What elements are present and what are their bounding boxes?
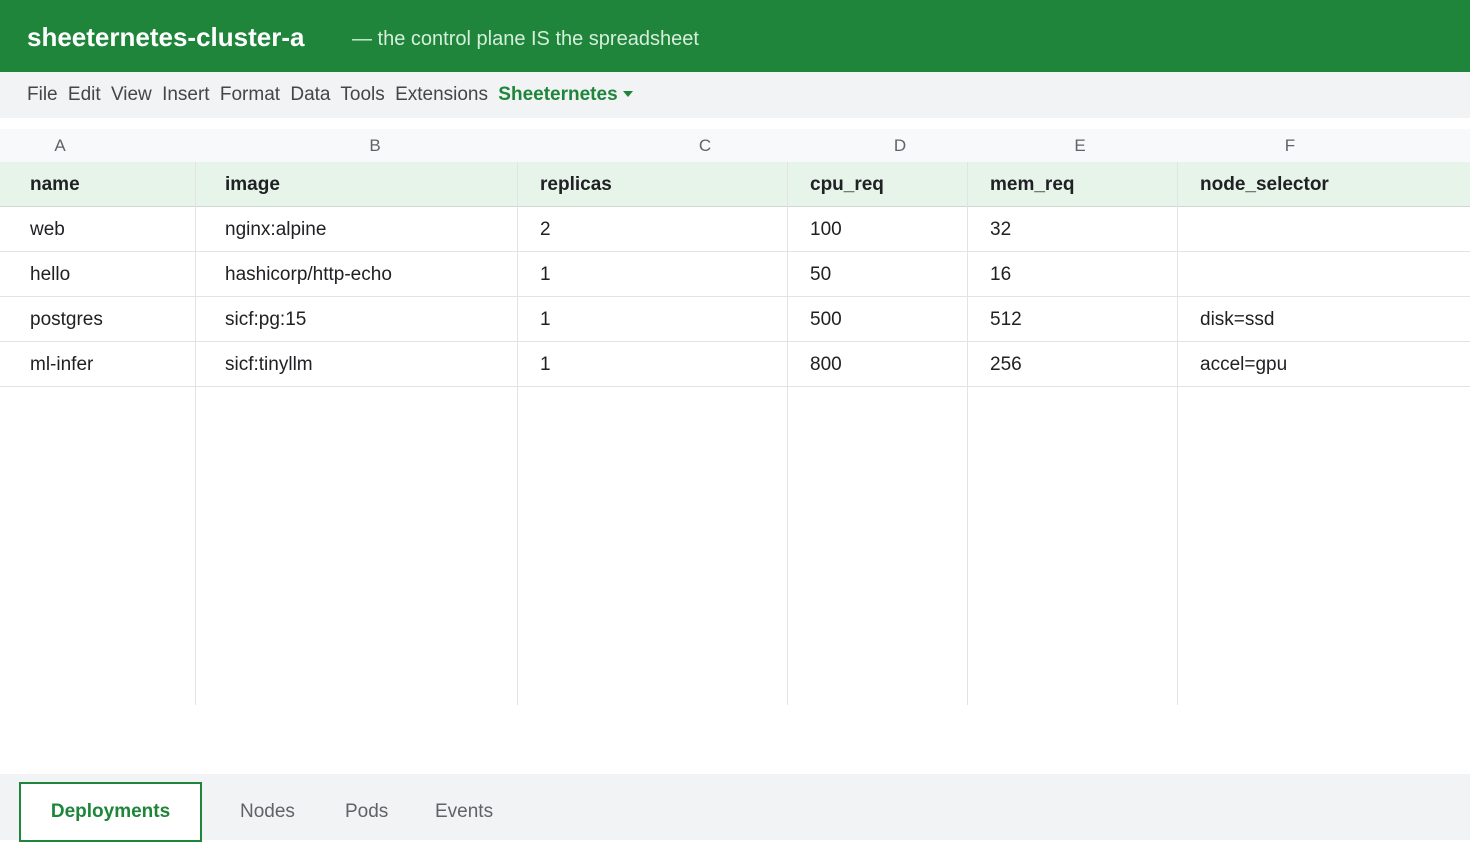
table-row: postgres sicf:pg:15 1 500 512 disk=ssd — [0, 297, 1470, 342]
cell-name[interactable]: web — [30, 207, 65, 251]
header-cell-mem-req[interactable]: mem_req — [990, 162, 1075, 206]
cell-image[interactable]: sicf:pg:15 — [225, 297, 306, 341]
menu-tools[interactable]: Tools — [340, 84, 384, 105]
cell-cpu-req[interactable]: 500 — [810, 297, 842, 341]
menu-sheeternetes-label: Sheeternetes — [498, 84, 618, 105]
menu-view[interactable]: View — [111, 84, 152, 105]
cluster-subtitle: — the control plane IS the spreadsheet — [352, 28, 699, 50]
cell-cpu-req[interactable]: 800 — [810, 342, 842, 386]
header-cell-image[interactable]: image — [225, 162, 280, 206]
menu-bar: File Edit View Insert Format Data Tools … — [0, 72, 1470, 118]
table-row: web nginx:alpine 2 100 32 — [0, 207, 1470, 252]
table-row: ml-infer sicf:tinyllm 1 800 256 accel=gp… — [0, 342, 1470, 387]
menu-file[interactable]: File — [27, 84, 58, 105]
header-cell-name[interactable]: name — [30, 162, 80, 206]
tab-events[interactable]: Events — [435, 800, 493, 824]
header-cell-replicas[interactable]: replicas — [540, 162, 612, 206]
column-divider — [517, 162, 518, 705]
column-divider — [1177, 162, 1178, 705]
menu-extensions[interactable]: Extensions — [395, 84, 488, 105]
tab-nodes[interactable]: Nodes — [240, 800, 295, 824]
cell-mem-req[interactable]: 512 — [990, 297, 1022, 341]
cell-image[interactable]: nginx:alpine — [225, 207, 326, 251]
cell-node-selector[interactable]: accel=gpu — [1200, 342, 1287, 386]
cell-mem-req[interactable]: 256 — [990, 342, 1022, 386]
cell-cpu-req[interactable]: 100 — [810, 207, 842, 251]
tab-pods[interactable]: Pods — [345, 800, 388, 824]
sheet-tab-bar: Deployments Nodes Pods Events — [0, 774, 1470, 842]
title-bar: sheeternetes-cluster-a — the control pla… — [0, 0, 1470, 72]
cell-mem-req[interactable]: 16 — [990, 252, 1011, 296]
column-letter-b[interactable]: B — [195, 129, 555, 162]
cell-name[interactable]: hello — [30, 252, 70, 296]
menu-insert[interactable]: Insert — [162, 84, 210, 105]
column-divider — [195, 162, 196, 705]
cluster-title: sheeternetes-cluster-a — [27, 22, 305, 52]
menu-format[interactable]: Format — [220, 84, 280, 105]
spreadsheet-grid: A B C D E F name image replicas cpu_req … — [0, 129, 1470, 705]
caret-down-icon — [622, 90, 633, 97]
cell-replicas[interactable]: 1 — [540, 252, 551, 296]
cell-image[interactable]: sicf:tinyllm — [225, 342, 313, 386]
header-row: name image replicas cpu_req mem_req node… — [0, 162, 1470, 207]
tab-deployments[interactable]: Deployments — [19, 782, 202, 842]
menu-data[interactable]: Data — [290, 84, 330, 105]
cell-mem-req[interactable]: 32 — [990, 207, 1011, 251]
column-letter-bar: A B C D E F — [0, 129, 1470, 162]
column-letter-e[interactable]: E — [968, 129, 1192, 162]
menu-sheeternetes[interactable]: Sheeternetes — [498, 84, 633, 105]
menu-edit[interactable]: Edit — [68, 84, 101, 105]
header-cell-cpu-req[interactable]: cpu_req — [810, 162, 884, 206]
table-row: hello hashicorp/http-echo 1 50 16 — [0, 252, 1470, 297]
cell-node-selector[interactable]: disk=ssd — [1200, 297, 1274, 341]
cell-name[interactable]: postgres — [30, 297, 103, 341]
cell-cpu-req[interactable]: 50 — [810, 252, 831, 296]
menu-list: File Edit View Insert Format Data Tools … — [27, 84, 633, 106]
header-cell-node-selector[interactable]: node_selector — [1200, 162, 1329, 206]
column-divider — [967, 162, 968, 705]
column-letter-a[interactable]: A — [0, 129, 120, 162]
cell-image[interactable]: hashicorp/http-echo — [225, 252, 392, 296]
column-divider — [787, 162, 788, 705]
cell-replicas[interactable]: 1 — [540, 342, 551, 386]
cell-replicas[interactable]: 1 — [540, 297, 551, 341]
column-letter-f[interactable]: F — [1178, 129, 1402, 162]
cell-name[interactable]: ml-infer — [30, 342, 93, 386]
cell-replicas[interactable]: 2 — [540, 207, 551, 251]
